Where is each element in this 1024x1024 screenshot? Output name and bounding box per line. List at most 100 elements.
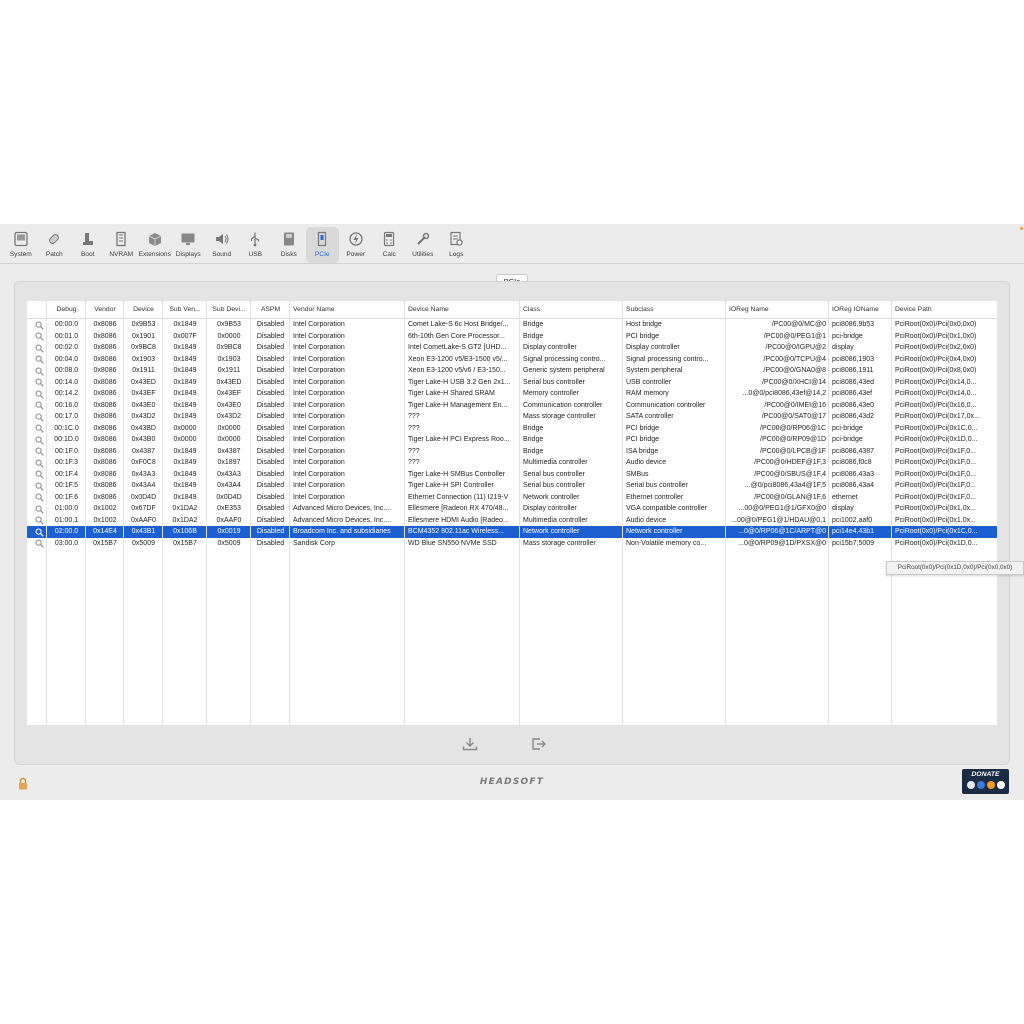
magnifier-icon[interactable] (35, 459, 44, 468)
export-icon[interactable] (530, 736, 548, 752)
table-row[interactable]: 00:17.0 0x8086 0x43D2 0x1849 0x43D2 Disabled I… (27, 411, 997, 423)
magnifier-icon[interactable] (35, 516, 44, 525)
magnifier-icon[interactable] (35, 355, 44, 364)
magnifier-icon[interactable] (35, 401, 44, 410)
patch-icon (49, 234, 60, 244)
toolbar-displays-button[interactable]: Displays (172, 227, 206, 263)
toolbar-logs-button[interactable]: Logs (440, 227, 474, 263)
pcie-table[interactable]: Debug Vendor Device Sub Ven... Sub Devi... AS… (27, 301, 997, 725)
magnifier-icon[interactable] (35, 505, 44, 514)
magnifier-icon[interactable] (35, 424, 44, 433)
table-row[interactable]: 00:01.0 0x8086 0x1901 0x007F 0x0000 Disabled I… (27, 331, 997, 343)
magnifier-icon[interactable] (35, 482, 44, 491)
table-row[interactable]: 00:02.0 0x8086 0x9BC8 0x1849 0x9BC8 Disabled I… (27, 342, 997, 354)
magnifier-icon[interactable] (35, 344, 44, 353)
table-row[interactable]: 00:00.0 0x8086 0x9B53 0x1849 0x9B53 Disabled I… (27, 319, 997, 331)
table-row[interactable]: 02:00.0 0x14E4 0x43B1 0x106B 0x0019 Disabled B… (27, 526, 997, 538)
table-cell: 0x1901 (132, 332, 155, 340)
column-header[interactable]: Vendor (86, 301, 124, 318)
magnifier-icon[interactable] (35, 367, 44, 376)
table-cell: 0xAAF0 (216, 516, 242, 524)
table-row[interactable]: 00:1F.5 0x8086 0x43A4 0x1849 0x43A4 Disabled I… (27, 480, 997, 492)
toolbar-sound-button[interactable]: Sound (205, 227, 239, 263)
table-cell: Intel Corporation (293, 378, 345, 386)
column-header[interactable]: Sub Devi... (207, 301, 251, 318)
table-row[interactable]: 00:1F.6 0x8086 0x0D4D 0x1849 0x0D4D Disabled I… (27, 492, 997, 504)
table-cell: 0x8086 (93, 344, 117, 351)
table-cell: Multimedia controller (523, 516, 588, 524)
magnifier-icon[interactable] (35, 447, 44, 456)
column-header[interactable]: Device (124, 301, 163, 318)
column-header[interactable]: Subclass (623, 301, 726, 318)
table-cell: Intel Corporation (293, 401, 345, 409)
table-cell: PciRoot(0x0)/Pci(0x8,0x0) (895, 367, 977, 374)
toolbar-calc-button[interactable]: Calc (373, 227, 407, 263)
toolbar-patch-button[interactable]: Patch (38, 227, 72, 263)
table-row[interactable]: 01:00.0 0x1002 0x67DF 0x1DA2 0xE353 Disabled A… (27, 503, 997, 515)
magnifier-icon[interactable] (35, 528, 44, 537)
toolbar-pcie-button[interactable]: PCIe (305, 227, 339, 263)
lock-icon[interactable] (17, 777, 29, 790)
toolbar-nvram-button[interactable]: NVRAM (105, 227, 139, 263)
table-row[interactable]: 00:1F.4 0x8086 0x43A3 0x1849 0x43A3 Disabled I… (27, 469, 997, 481)
table-row[interactable]: 00:1C.0 0x8086 0x43BD 0x0000 0x0000 Disabled I… (27, 423, 997, 435)
column-header[interactable]: ASPM (251, 301, 290, 318)
toolbar-boot-button[interactable]: Boot (71, 227, 105, 263)
table-cell: 0x43A3 (217, 470, 241, 478)
table-cell: display (832, 344, 854, 351)
table-cell: 0x43D2 (131, 413, 156, 420)
column-header[interactable]: Debug (47, 301, 86, 318)
column-header[interactable]: Device Path (892, 301, 997, 318)
table-row[interactable]: 00:08.0 0x8086 0x1911 0x1849 0x1911 Disabled I… (27, 365, 997, 377)
table-row[interactable]: 03:00.0 0x15B7 0x5009 0x15B7 0x5009 Disabled S… (27, 538, 997, 550)
table-row[interactable]: 00:1F.3 0x8086 0xF0C8 0x1849 0x1897 Disabled I… (27, 457, 997, 469)
magnifier-icon[interactable] (35, 493, 44, 502)
column-header[interactable]: Class (520, 301, 623, 318)
table-cell: 0x43D2 (216, 413, 242, 420)
magnifier-icon[interactable] (35, 413, 44, 422)
column-header[interactable]: IOReg Name (726, 301, 829, 318)
table-row[interactable]: 01:00.1 0x1002 0xAAF0 0x1DA2 0xAAF0 Disabled A… (27, 515, 997, 527)
magnifier-icon[interactable] (35, 436, 44, 445)
table-cell: pci8086,1911 (832, 367, 874, 374)
toolbar-utilities-button[interactable]: Utilities (406, 227, 440, 263)
magnifier-icon[interactable] (35, 321, 44, 330)
toolbar-label: PCIe (314, 251, 330, 258)
table-cell: Ellesmere HDMI Audio [Radeo... (408, 516, 509, 524)
table-cell: Tiger Lake-H SPI Controller (408, 482, 494, 489)
table-cell: 0x0000 (173, 436, 197, 443)
toolbar-extensions-button[interactable]: Extensions (138, 227, 172, 263)
toolbar-system-button[interactable]: System (4, 227, 38, 263)
toolbar-disks-button[interactable]: Disks (272, 227, 306, 263)
table-row[interactable]: 00:04.0 0x8086 0x1903 0x1849 0x1903 Disabled I… (27, 354, 997, 366)
magnifier-icon[interactable] (35, 390, 44, 399)
table-cell: 0x9BC8 (131, 344, 156, 351)
table-cell: Advanced Micro Devices, Inc.... (293, 516, 392, 524)
table-row[interactable]: 00:14.2 0x8086 0x43EF 0x1849 0x43EF Disabled I… (27, 388, 997, 400)
table-cell: 00:1F.5 (55, 482, 78, 489)
table-cell: /PC00@0/HDEF@1F,3 (754, 459, 826, 466)
column-header[interactable]: IOReg IOName (829, 301, 892, 318)
table-cell: Intel Corporation (293, 413, 345, 420)
toolbar-power-button[interactable]: Power (339, 227, 373, 263)
column-header[interactable]: Sub Ven... (163, 301, 207, 318)
table-row[interactable]: 00:14.0 0x8086 0x43ED 0x1849 0x43ED Disabled I… (27, 377, 997, 389)
column-header[interactable]: Device Name (405, 301, 520, 318)
table-cell: Audio device (626, 459, 667, 466)
donate-button[interactable]: DONATE (962, 769, 1009, 794)
table-cell: Bridge (523, 447, 544, 455)
magnifier-icon[interactable] (35, 332, 44, 341)
table-cell: 0x0000 (217, 424, 241, 432)
table-cell: Ethernet Connection (11) I219-V (408, 493, 509, 501)
column-header[interactable]: Vendor Name (290, 301, 405, 318)
magnifier-icon[interactable] (35, 378, 44, 387)
table-cell: 0x67DF (131, 505, 156, 512)
save-download-icon[interactable] (461, 736, 479, 752)
table-row[interactable]: 00:1D.0 0x8086 0x43B0 0x0000 0x0000 Disabled I… (27, 434, 997, 446)
toolbar-usb-button[interactable]: USB (239, 227, 273, 263)
table-row[interactable]: 00:16.0 0x8086 0x43E0 0x1849 0x43E0 Disabled I… (27, 400, 997, 412)
magnifier-icon[interactable] (35, 470, 44, 479)
table-cell: Disabled (256, 344, 285, 351)
table-row[interactable]: 00:1F.0 0x8086 0x4387 0x1849 0x4387 Disabled I… (27, 446, 997, 458)
magnifier-icon[interactable] (35, 539, 44, 548)
